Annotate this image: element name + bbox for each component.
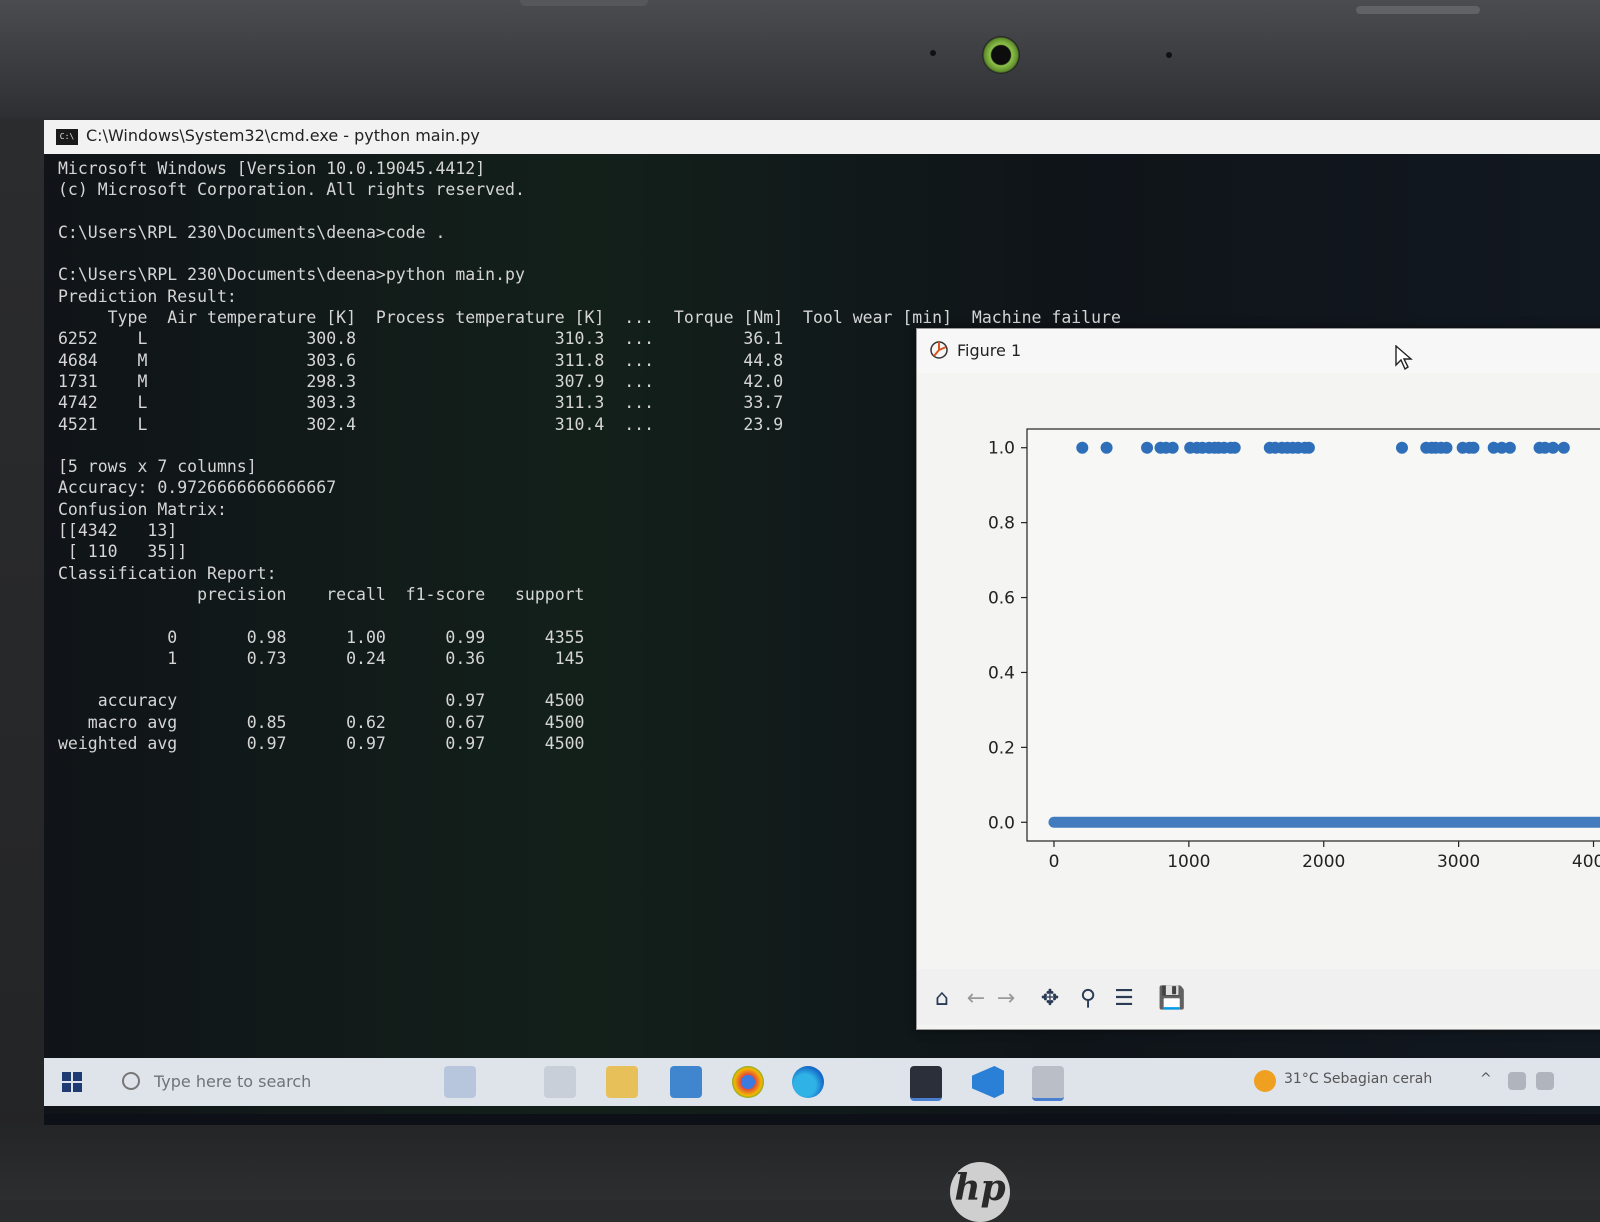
- data-point: [1557, 441, 1570, 454]
- tray-volume-icon[interactable]: [1536, 1072, 1554, 1090]
- zoom-icon[interactable]: ⚲: [1073, 983, 1103, 1013]
- widget-icon[interactable]: [444, 1066, 476, 1098]
- cmd-titlebar[interactable]: C:\ C:\Windows\System32\cmd.exe - python…: [44, 120, 1600, 155]
- console-line: C:\Users\RPL 230\Documents\deena>python …: [58, 265, 525, 285]
- console-line: Type Air temperature [K] Process tempera…: [58, 308, 1121, 328]
- sensor-dot: [930, 50, 936, 56]
- x-tick-label: 0: [1049, 852, 1060, 872]
- search-placeholder: Type here to search: [154, 1072, 312, 1091]
- console-line: C:\Users\RPL 230\Documents\deena>code .: [58, 222, 446, 242]
- screen: C:\ C:\Windows\System32\cmd.exe - python…: [44, 120, 1600, 1128]
- forward-arrow-icon[interactable]: →: [991, 983, 1021, 1013]
- hp-logo: hp: [950, 1162, 1010, 1222]
- cmd-window-title: C:\Windows\System32\cmd.exe - python mai…: [86, 126, 480, 145]
- data-point: [1166, 441, 1179, 454]
- data-point: [1547, 441, 1560, 454]
- tray-network-icon[interactable]: [1508, 1072, 1526, 1090]
- console-line: Prediction Result:: [58, 286, 237, 306]
- y-tick-label: 0.8: [988, 514, 1015, 534]
- mouse-cursor-icon: [1395, 345, 1413, 371]
- data-point: [1395, 441, 1408, 454]
- plot-axes-frame: [1026, 428, 1600, 842]
- taskbar: Type here to search 31°C Sebagian cerah …: [44, 1058, 1600, 1106]
- data-point: [1440, 441, 1453, 454]
- laptop-lid-top: [0, 0, 1600, 118]
- home-icon[interactable]: ⌂: [927, 983, 957, 1013]
- task-view-icon[interactable]: [544, 1066, 576, 1098]
- weather-text[interactable]: 31°C Sebagian cerah: [1284, 1071, 1432, 1087]
- tray-chevron-icon[interactable]: ^: [1480, 1071, 1492, 1087]
- cmd-taskbar-icon[interactable]: [910, 1066, 942, 1101]
- taskbar-search[interactable]: Type here to search: [114, 1064, 364, 1100]
- laptop-bottom-bezel: [0, 1125, 1600, 1200]
- cmd-icon: C:\: [56, 129, 78, 145]
- file-explorer-icon[interactable]: [606, 1066, 638, 1098]
- python-figure-taskbar-icon[interactable]: [1032, 1066, 1064, 1101]
- y-tick-label: 0.4: [988, 663, 1015, 683]
- configure-subplots-icon[interactable]: ☰: [1109, 983, 1139, 1013]
- data-point: [1100, 441, 1113, 454]
- data-point: [1302, 441, 1315, 454]
- data-point: [1141, 441, 1154, 454]
- back-arrow-icon[interactable]: ←: [961, 983, 991, 1013]
- webcam-icon: [982, 36, 1020, 74]
- bezel-notch-left: [520, 0, 648, 6]
- mic-dot: [1166, 52, 1172, 58]
- y-tick-label: 0.6: [988, 589, 1015, 609]
- bezel-notch-right: [1356, 6, 1480, 14]
- matplotlib-icon: [930, 341, 948, 359]
- save-icon[interactable]: 💾: [1157, 983, 1187, 1013]
- data-point: [1503, 441, 1516, 454]
- console-line: (c) Microsoft Corporation. All rights re…: [58, 180, 525, 200]
- data-point: [1467, 441, 1480, 454]
- x-tick-label: 4000: [1572, 852, 1600, 872]
- figure-title: Figure 1: [957, 341, 1022, 360]
- start-button[interactable]: [62, 1072, 82, 1092]
- x-tick-label: 3000: [1437, 852, 1480, 872]
- x-tick-label: 1000: [1167, 852, 1210, 872]
- weather-icon[interactable]: [1254, 1070, 1276, 1092]
- search-icon: [122, 1072, 140, 1090]
- chrome-icon[interactable]: [732, 1066, 764, 1098]
- pan-icon[interactable]: ✥: [1035, 983, 1065, 1013]
- x-tick-label: 2000: [1302, 852, 1345, 872]
- y-tick-label: 1.0: [988, 439, 1015, 459]
- y-tick-label: 0.0: [988, 813, 1015, 833]
- mail-icon[interactable]: [670, 1066, 702, 1098]
- scatter-plot[interactable]: 0.0 0.2 0.4 0.6 0.8 1.0 0 1000 2000 3000 4000: [917, 373, 1600, 969]
- figure-titlebar[interactable]: Figure 1: [917, 329, 1600, 373]
- edge-icon[interactable]: [792, 1066, 824, 1098]
- y-tick-label: 0.2: [988, 738, 1015, 758]
- vscode-icon[interactable]: [972, 1066, 1004, 1098]
- data-point: [1076, 441, 1089, 454]
- figure-window[interactable]: Figure 1 0.0 0.2 0.4 0.6 0.8 1.0 0 1000 2000 3000…: [916, 328, 1600, 1030]
- data-point: [1228, 441, 1241, 454]
- figure-toolbar: ⌂ ← → ✥ ⚲ ☰ 💾: [917, 969, 1600, 1025]
- console-line: Microsoft Windows [Version 10.0.19045.44…: [58, 159, 486, 178]
